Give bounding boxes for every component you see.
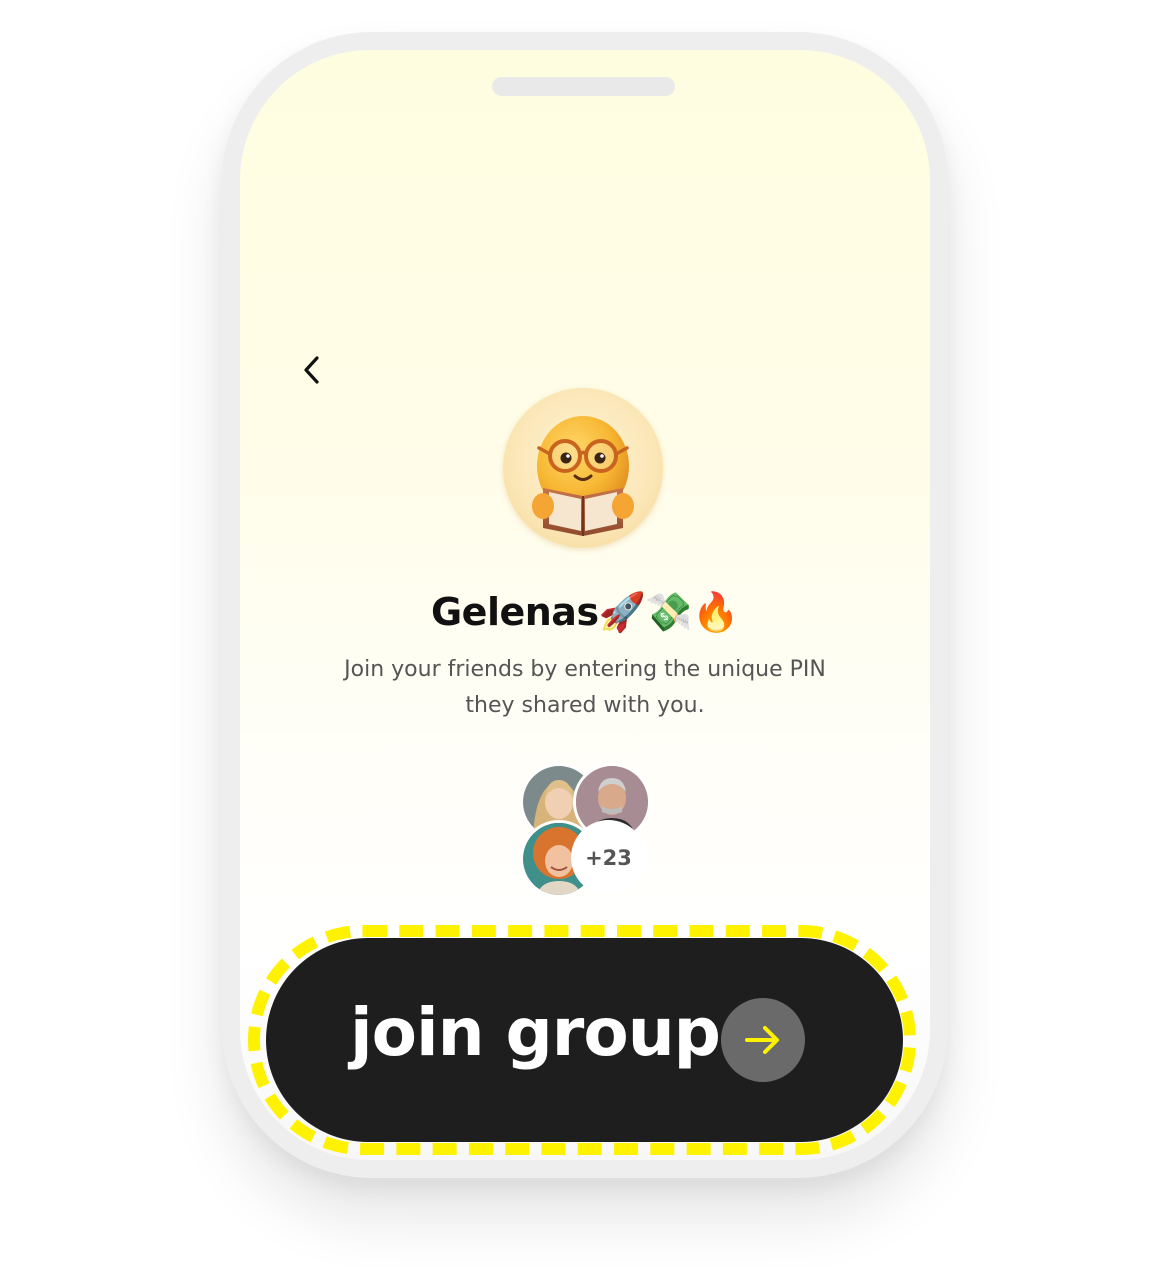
join-group-button[interactable]: join group [266, 938, 903, 1142]
arrow-circle [721, 998, 805, 1082]
arrow-right-icon [745, 1026, 779, 1054]
back-button[interactable] [294, 352, 330, 388]
notch [492, 77, 675, 96]
join-group-label: join group [350, 994, 721, 1071]
group-name: Gelenas🚀💸🔥 [430, 590, 740, 634]
stage: Gelenas🚀💸🔥 Join your friends by entering… [0, 0, 1170, 1266]
group-avatar [503, 388, 663, 548]
member-count-badge: +23 [571, 820, 646, 895]
join-instructions: Join your friends by entering the unique… [344, 657, 826, 718]
reading-emoji-avatar [532, 416, 634, 536]
chevron-left-icon [304, 356, 319, 384]
member-avatars: +23 [520, 763, 651, 898]
